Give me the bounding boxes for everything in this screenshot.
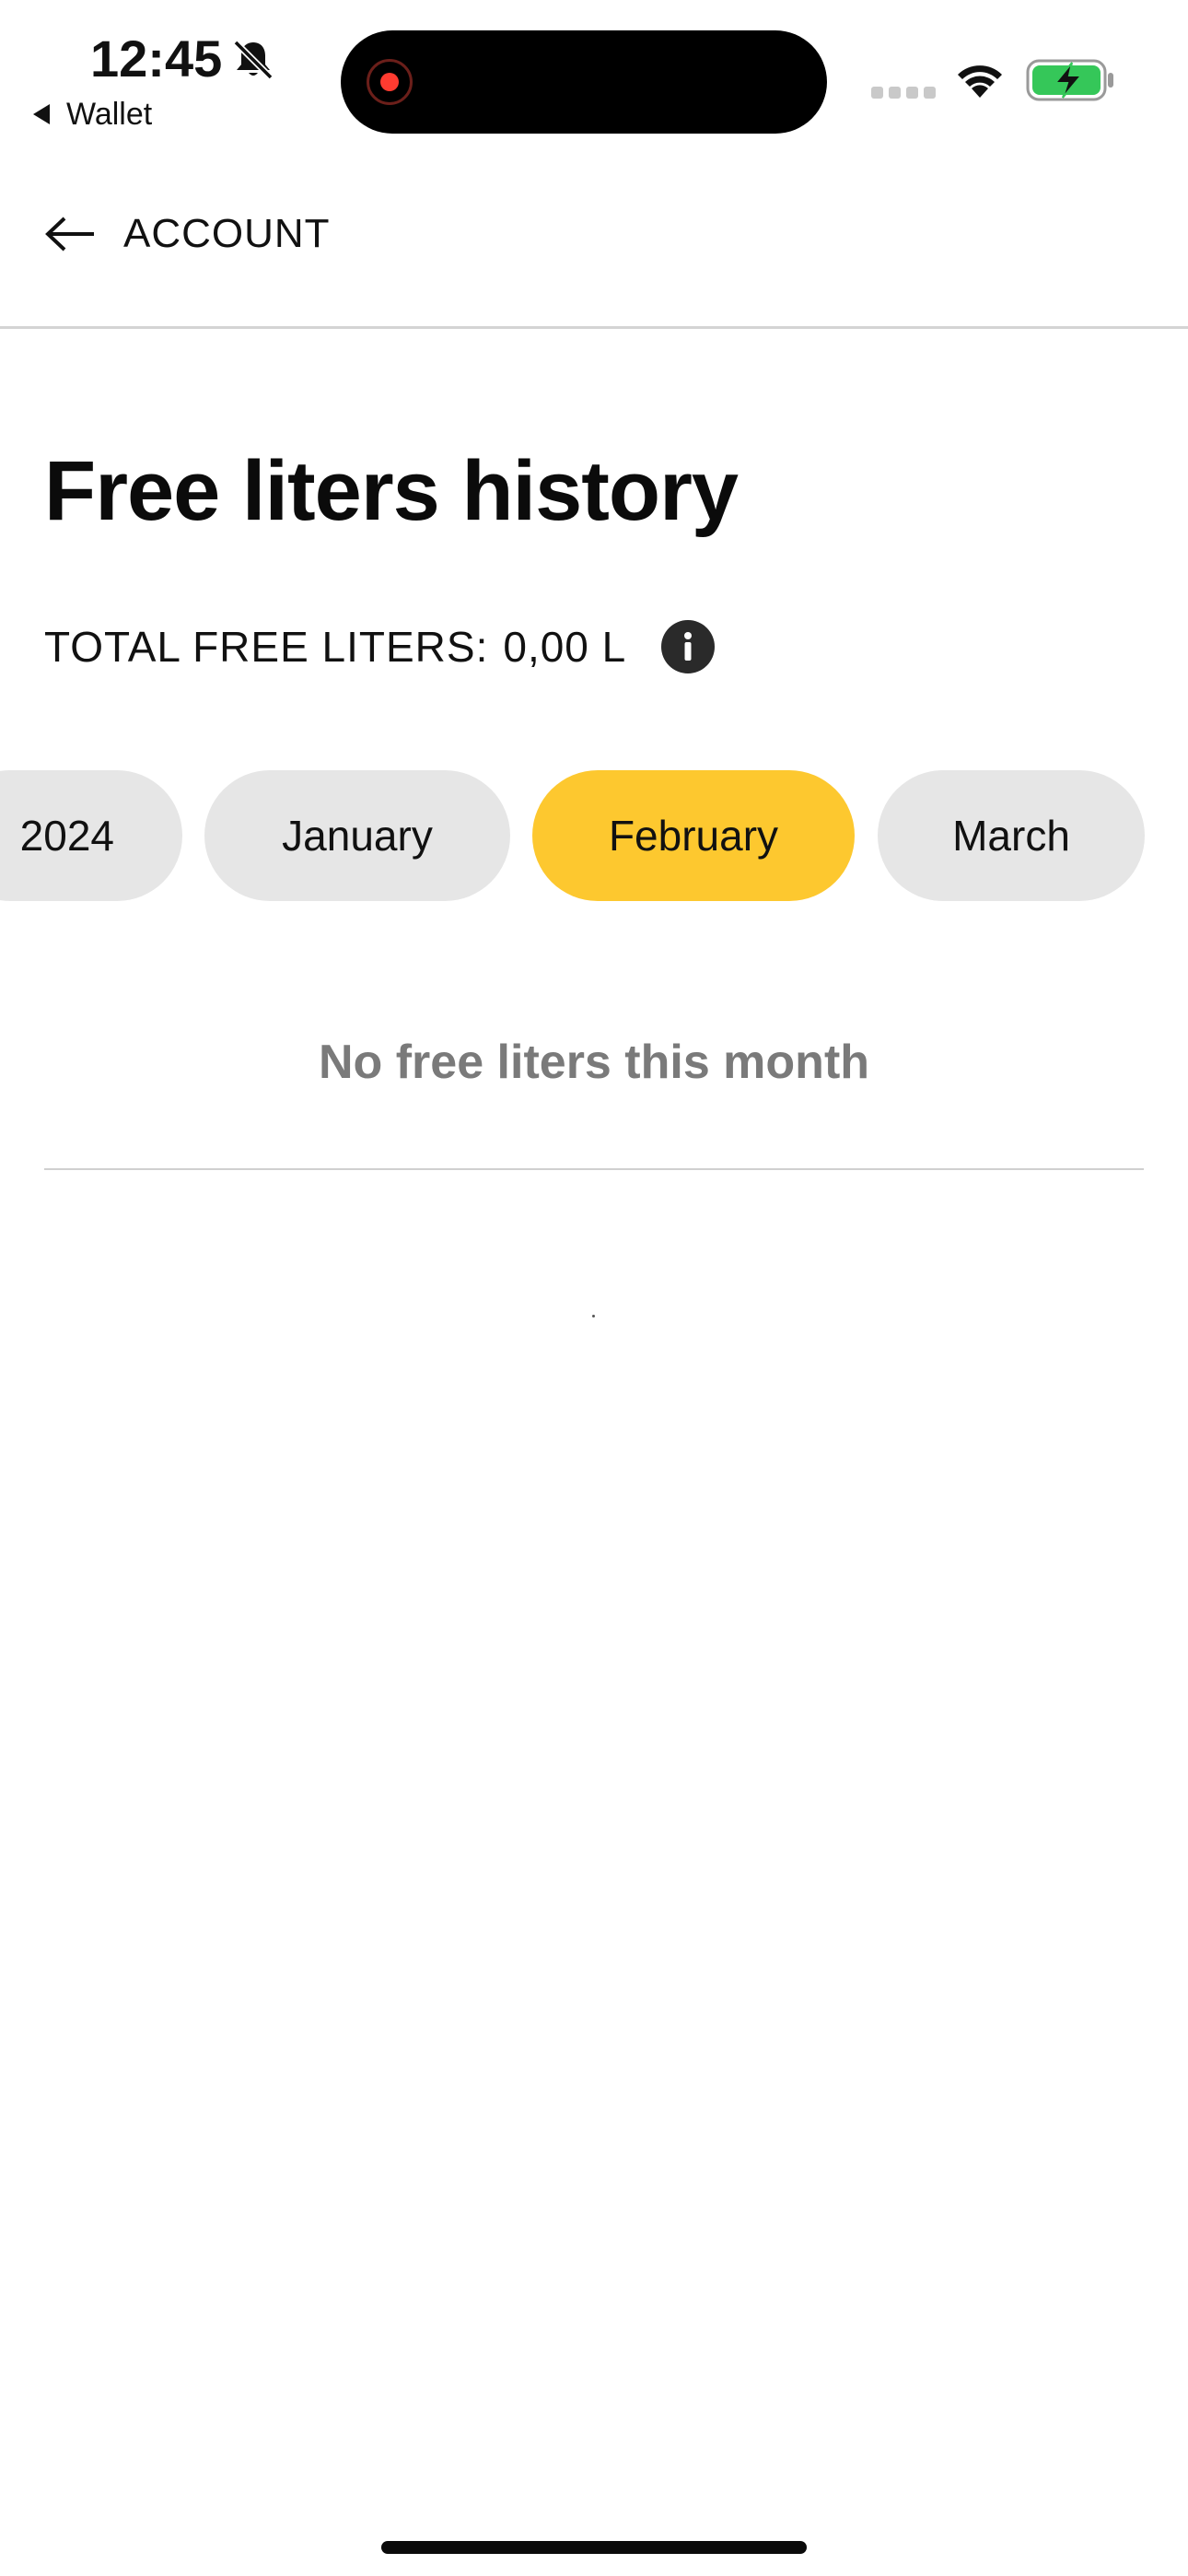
battery-charging-icon [1026,59,1113,101]
tab-march[interactable]: March [878,770,1145,901]
status-time: 12:45 [90,29,223,88]
info-glyph [684,632,693,661]
back-label: ACCOUNT [123,211,331,256]
back-to-app-label: Wallet [66,96,153,132]
back-to-app-link[interactable]: Wallet [33,94,152,135]
header-divider [0,326,1188,329]
cellular-signal-icon [871,87,936,99]
total-value: 0,00 L [503,623,627,671]
page-title: Free liters history [44,444,739,538]
arrow-left-icon [45,217,94,252]
tab-january[interactable]: January [204,770,510,901]
dynamic-island [341,30,827,134]
back-triangle-icon [33,104,50,124]
tab-february[interactable]: February [532,770,855,901]
list-divider [44,1168,1144,1170]
wifi-icon [958,65,1002,98]
home-indicator[interactable] [381,2541,807,2554]
total-free-liters: TOTAL FREE LITERS: 0,00 L [44,615,716,678]
recording-icon [367,59,413,105]
empty-state-message: No free liters this month [318,1036,870,1089]
bell-slash-icon [233,40,274,80]
back-to-account-button[interactable]: ACCOUNT [44,205,331,263]
info-icon[interactable] [661,620,716,673]
total-label: TOTAL FREE LITERS: [44,623,489,671]
period-selector: 2024 January February March [0,770,1188,901]
tab-2024[interactable]: 2024 [0,770,182,901]
loading-dot [592,1315,595,1317]
